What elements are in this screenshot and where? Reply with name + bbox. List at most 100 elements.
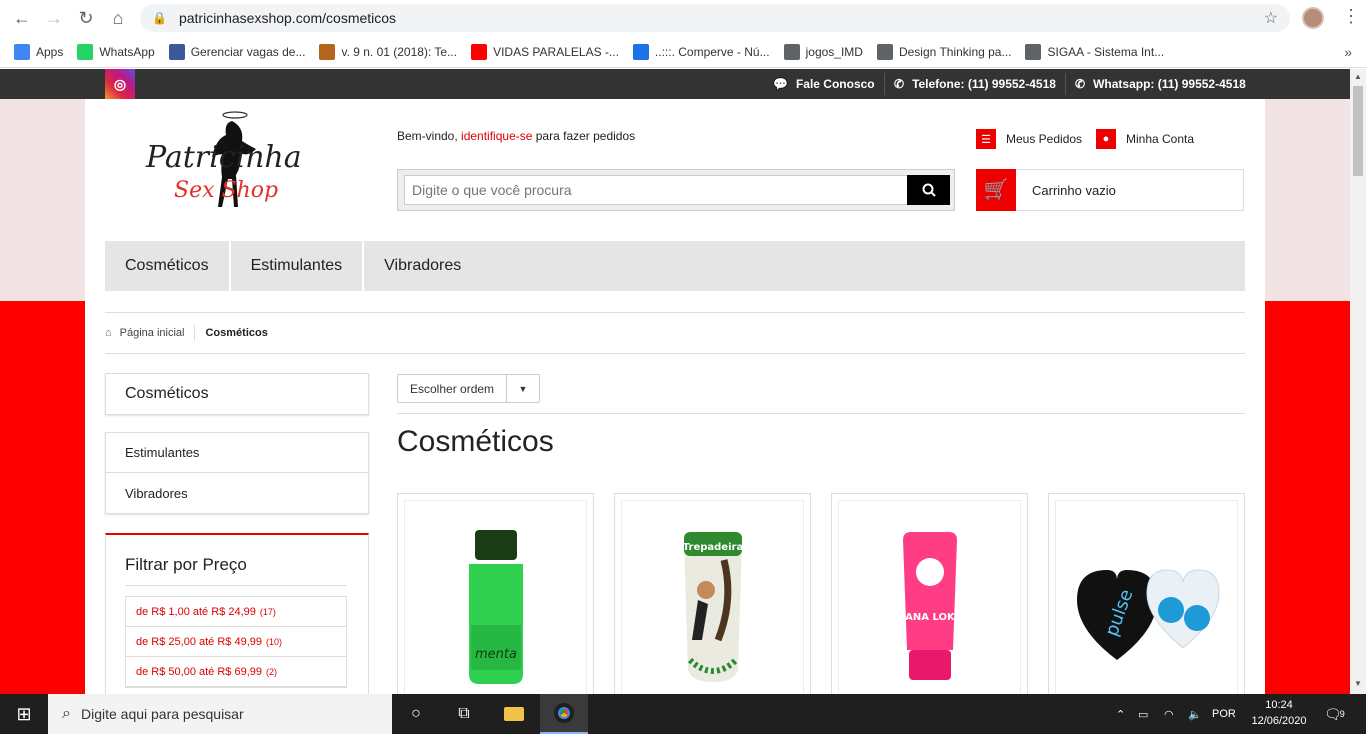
sidebar-current-label[interactable]: Cosméticos [106,374,368,414]
bookmark-item[interactable]: Design Thinking pa... [876,43,1011,60]
divider [194,325,196,341]
reload-icon[interactable]: ↻ [74,6,98,30]
my-orders-link[interactable]: ☰ Meus Pedidos [976,129,1082,149]
product-image[interactable]: XANA LOKA [838,500,1021,694]
language-indicator[interactable]: POR [1212,694,1236,734]
system-clock[interactable]: 10:24 12/06/2020 [1246,697,1312,729]
page-title: Cosméticos [397,425,554,458]
instagram-icon[interactable]: ◎ [105,69,135,99]
bookmark-item[interactable]: Gerenciar vagas de... [168,43,305,60]
product-card[interactable]: XANA LOKA [831,493,1028,694]
price-filter-option[interactable]: de R$ 50,00 até R$ 69,99 (2) [126,657,346,687]
bookmark-favicon-icon [471,43,488,60]
clock-date: 12/06/2020 [1251,715,1307,727]
site-logo[interactable]: Patricinha Sex Shop [140,107,330,223]
cart-icon: 🛒 [976,168,1016,211]
back-icon[interactable]: ← [10,6,34,30]
product-image[interactable]: Trepadeira [621,500,804,694]
search-button[interactable] [907,175,950,205]
search-icon [922,183,936,197]
file-explorer-icon[interactable] [490,694,538,734]
scrollbar-thumb[interactable] [1353,86,1363,176]
page-scrollbar[interactable]: ▲ ▼ [1350,69,1366,694]
search-input[interactable] [404,175,908,205]
price-filter-option[interactable]: de R$ 25,00 até R$ 49,99 (10) [126,627,346,657]
home-icon[interactable]: ⌂ [106,6,130,30]
cart-label: Carrinho vazio [1032,182,1116,198]
volume-icon[interactable]: 🔈 [1188,694,1202,734]
bookmark-item[interactable]: VIDAS PARALELAS -... [471,43,619,60]
sort-dropdown[interactable]: Escolher ordem ▼ [397,374,540,403]
chrome-taskbar-icon[interactable] [540,694,588,734]
bookmark-label: jogos_IMD [805,44,863,59]
my-account-label: Minha Conta [1126,132,1195,146]
bookmark-item[interactable]: v. 9 n. 01 (2018): Te... [319,43,457,60]
website: ◎ 💬 Fale Conosco ✆ Telefone: (11) 99552-… [0,69,1350,694]
notifications-icon[interactable]: 🗨 9 [1324,694,1345,734]
cortana-icon[interactable]: ○ [392,694,440,734]
search-box [397,169,955,211]
bookmark-item[interactable]: SIGAA - Sistema Int... [1025,43,1164,60]
home-icon[interactable]: ⌂ [105,327,112,339]
menu-item-cosmeticos[interactable]: Cosméticos [105,241,231,291]
price-filter-title: Filtrar por Preço [125,555,347,586]
sidebar-item-vibradores[interactable]: Vibradores [106,473,368,513]
taskbar-search[interactable]: ⌕ Digite aqui para pesquisar [48,694,392,734]
sidebar-item-estimulantes[interactable]: Estimulantes [106,433,368,473]
bookmark-item[interactable]: Apps [14,43,64,60]
profile-avatar[interactable] [1302,7,1324,29]
page-container: Patricinha Sex Shop Bem-vindo, identifiq… [85,99,1265,694]
more-bookmarks-icon[interactable]: » [1344,44,1352,60]
sidebar-current-category: Cosméticos [105,373,369,415]
windows-start-icon[interactable]: ⊞ [0,694,48,734]
my-account-link[interactable]: ● Minha Conta [1096,129,1194,149]
product-image[interactable]: pulse [1055,500,1238,694]
phone-icon: ✆ [894,77,905,91]
menu-item-estimulantes[interactable]: Estimulantes [231,241,365,291]
bookmark-favicon-icon [77,43,94,60]
battery-icon[interactable]: ▭ [1138,694,1148,734]
bookmark-favicon-icon [1025,43,1042,60]
bookmark-star-icon[interactable]: ☆ [1264,8,1278,28]
sidebar-categories: Estimulantes Vibradores [105,432,369,514]
product-image[interactable]: menta [404,500,587,694]
product-label: Trepadeira [682,542,742,553]
whatsapp-icon: ✆ [1075,77,1086,91]
task-view-icon[interactable]: ⧉ [440,694,488,734]
scroll-down-icon[interactable]: ▼ [1354,679,1362,688]
menu-item-vibradores[interactable]: Vibradores [364,241,481,291]
menu-kebab-icon[interactable]: ⋮ [1342,6,1360,27]
product-card[interactable]: pulse [1048,493,1245,694]
wifi-icon[interactable]: ◠ [1164,694,1174,734]
product-card[interactable]: Trepadeira [614,493,811,694]
bookmark-item[interactable]: ..:::. Comperve - Nú... [632,43,770,60]
price-filter-option[interactable]: de R$ 1,00 até R$ 24,99 (17) [126,597,346,627]
bookmark-item[interactable]: jogos_IMD [783,43,863,60]
contact-link[interactable]: 💬 Fale Conosco [773,69,875,99]
scroll-up-icon[interactable]: ▲ [1354,72,1362,81]
product-card[interactable]: menta [397,493,594,694]
divider [884,73,885,95]
bookmark-label: Apps [36,44,64,59]
forward-icon[interactable]: → [42,6,66,30]
welcome-suffix: para fazer pedidos [532,129,636,143]
divider [397,413,1245,414]
bookmark-favicon-icon [319,43,336,60]
product-tube-trepadeira: Trepadeira [682,532,743,682]
login-link[interactable]: identifique-se [461,129,532,143]
url-text[interactable]: patricinhasexshop.com/cosmeticos [179,10,396,26]
whatsapp-link[interactable]: ✆ Whatsapp: (11) 99552-4518 [1075,69,1246,99]
price-range-label: de R$ 50,00 até R$ 69,99 [136,665,262,678]
show-hidden-icons[interactable]: ⌃ [1116,694,1125,734]
windows-taskbar: ⊞ ⌕ Digite aqui para pesquisar ○ ⧉ ⌃ ▭ ◠… [0,694,1366,734]
address-bar[interactable]: 🔒 patricinhasexshop.com/cosmeticos ☆ [140,4,1290,32]
price-range-count: (2) [265,666,277,677]
bookmark-item[interactable]: WhatsApp [77,43,155,60]
product-bottle-menta: menta [468,530,523,684]
breadcrumb-home[interactable]: Página inicial [120,327,185,339]
bookmark-label: ..:::. Comperve - Nú... [654,44,770,59]
phone-link[interactable]: ✆ Telefone: (11) 99552-4518 [894,69,1056,99]
cart-button[interactable]: 🛒 Carrinho vazio [976,168,1244,211]
phone-label: Telefone: (11) 99552-4518 [912,77,1056,91]
sort-label: Escolher ordem [398,375,507,402]
